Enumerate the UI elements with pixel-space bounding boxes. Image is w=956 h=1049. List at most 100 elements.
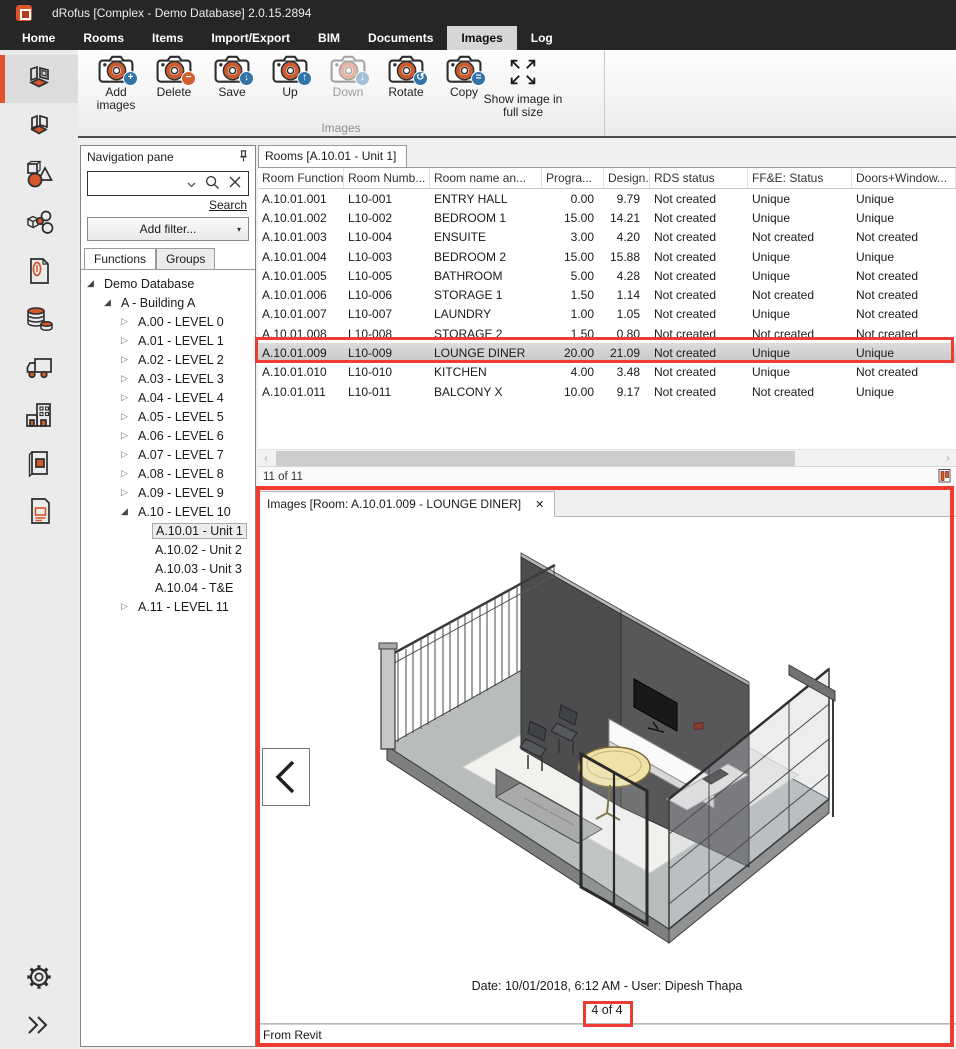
tree-item[interactable]: A.10.02 - Unit 2 [81,540,255,559]
tree-item[interactable]: ▷ A.03 - LEVEL 3 [81,369,255,388]
menu-tab[interactable]: Images [447,26,516,50]
menu-tab[interactable]: Log [517,26,567,50]
search-link[interactable]: Search [209,198,247,212]
horizontal-scrollbar[interactable]: ‹ › [258,449,956,466]
column-header[interactable]: Progra... [542,168,604,188]
cell-ffe-status: Not created [748,288,852,302]
tree-item[interactable]: ▷ A.04 - LEVEL 4 [81,388,255,407]
tree-item[interactable]: ◢ A.10 - LEVEL 10 [81,502,255,521]
column-header[interactable]: FF&E: Status [748,168,852,188]
tree-item[interactable]: ▷ A.05 - LEVEL 5 [81,407,255,426]
tree-item[interactable]: ▷ A.06 - LEVEL 6 [81,426,255,445]
tree-item[interactable]: ◢ A - Building A [81,293,255,312]
tree-item[interactable]: A.10.01 - Unit 1 [81,521,255,540]
ribbon-button[interactable]: ↓ Save [206,54,258,99]
tree-item[interactable]: ▷ A.02 - LEVEL 2 [81,350,255,369]
table-row[interactable]: A.10.01.009 L10-009 LOUNGE DINER 20.00 2… [258,343,956,362]
menu-tab[interactable]: Rooms [69,26,138,50]
tree-expander-icon[interactable]: ▷ [121,468,135,479]
table-row[interactable]: A.10.01.004 L10-003 BEDROOM 2 15.00 15.8… [258,247,956,266]
tree-expander-icon[interactable]: ▷ [121,430,135,441]
navigation-tab[interactable]: Groups [156,248,215,270]
product-types-icon[interactable] [0,151,78,199]
chevron-down-icon[interactable] [187,177,196,191]
tree-expander-icon[interactable]: ▷ [121,316,135,327]
navigation-tab[interactable]: Functions [84,248,156,270]
scroll-left-icon[interactable]: ‹ [258,453,274,464]
tree-item[interactable]: ▷ A.11 - LEVEL 11 [81,597,255,616]
ribbon-button[interactable]: ↑ Up [264,54,316,99]
tree-item[interactable]: ▷ A.08 - LEVEL 8 [81,464,255,483]
finance-icon[interactable] [0,295,78,343]
items-icon[interactable] [0,103,78,151]
table-row[interactable]: A.10.01.006 L10-006 STORAGE 1 1.50 1.14 … [258,285,956,304]
menu-tab[interactable]: Import/Export [197,26,304,50]
tree-expander-icon[interactable]: ◢ [104,297,118,308]
table-row[interactable]: A.10.01.007 L10-007 LAUNDRY 1.00 1.05 No… [258,305,956,324]
buildings-icon[interactable] [0,391,78,439]
column-header[interactable]: Room Numb... [344,168,430,188]
reports-icon[interactable] [0,487,78,535]
ribbon-button[interactable]: ↺ Rotate [380,54,432,99]
tree-expander-icon[interactable]: ▷ [121,601,135,612]
rooms-tab[interactable]: Rooms [A.10.01 - Unit 1] [258,145,407,167]
tree-expander-icon[interactable]: ▷ [121,411,135,422]
menu-tab[interactable]: Items [138,26,197,50]
close-icon[interactable]: ✕ [535,498,544,511]
badge-glyph: + [123,71,138,86]
tree-expander-icon[interactable]: ▷ [121,487,135,498]
scrollbar-track[interactable] [274,450,940,466]
tree-item[interactable]: A.10.03 - Unit 3 [81,559,255,578]
search-box[interactable] [87,171,249,196]
expand-chevrons-icon[interactable] [0,1001,78,1049]
table-row[interactable]: A.10.01.001 L10-001 ENTRY HALL 0.00 9.79… [258,189,956,208]
pin-icon[interactable] [238,149,249,165]
table-row[interactable]: A.10.01.003 L10-004 ENSUITE 3.00 4.20 No… [258,228,956,247]
catalog-icon[interactable] [0,439,78,487]
tree-expander-icon[interactable]: ▷ [121,392,135,403]
table-row[interactable]: A.10.01.011 L10-011 BALCONY X 10.00 9.17… [258,382,956,401]
tree-expander-icon[interactable]: ▷ [121,354,135,365]
table-row[interactable]: A.10.01.005 L10-005 BATHROOM 5.00 4.28 N… [258,266,956,285]
rooms-icon[interactable] [0,55,78,103]
table-row[interactable]: A.10.01.010 L10-010 KITCHEN 4.00 3.48 No… [258,363,956,382]
menu-tab[interactable]: Documents [354,26,447,50]
ribbon-button[interactable]: ↓ Down [322,54,374,99]
ribbon-button[interactable]: + Add images [90,54,142,112]
search-icon[interactable] [205,175,220,193]
tree-expander-icon[interactable]: ▷ [121,449,135,460]
tree-item[interactable]: ▷ A.07 - LEVEL 7 [81,445,255,464]
tree-expander-icon[interactable]: ▷ [121,373,135,384]
scroll-right-icon[interactable]: › [940,453,956,464]
column-chooser-icon[interactable] [938,468,951,486]
tree-expander-icon[interactable]: ◢ [87,278,101,289]
scrollbar-thumb[interactable] [276,451,795,466]
column-header[interactable]: RDS status [650,168,748,188]
tree-expander-icon[interactable]: ▷ [121,335,135,346]
column-header[interactable]: Design... [604,168,650,188]
tree-item[interactable]: ▷ A.01 - LEVEL 1 [81,331,255,350]
settings-gear-icon[interactable] [0,953,78,1001]
systems-icon[interactable] [0,199,78,247]
clear-search-icon[interactable] [229,176,241,191]
menu-tab[interactable]: Home [8,26,69,50]
show-full-size-button[interactable]: Show image in full size [476,56,570,119]
column-header[interactable]: Room name an... [430,168,542,188]
table-row[interactable]: A.10.01.002 L10-002 BEDROOM 1 15.00 14.2… [258,208,956,227]
search-input[interactable] [95,177,178,191]
attachments-icon[interactable] [0,247,78,295]
tree-item[interactable]: ▷ A.00 - LEVEL 0 [81,312,255,331]
tree-item[interactable]: ▷ A.09 - LEVEL 9 [81,483,255,502]
column-header[interactable]: Room Function #: [258,168,344,188]
previous-image-button[interactable] [262,748,310,806]
tree-item[interactable]: A.10.04 - T&E [81,578,255,597]
column-header[interactable]: Doors+Window... [852,168,956,188]
tree-item[interactable]: ◢ Demo Database [81,274,255,293]
tree-expander-icon[interactable]: ◢ [121,506,135,517]
add-filter-button[interactable]: Add filter... ▾ [87,217,249,241]
logistics-icon[interactable] [0,343,78,391]
ribbon-button[interactable]: − Delete [148,54,200,99]
table-row[interactable]: A.10.01.008 L10-008 STORAGE 2 1.50 0.80 … [258,324,956,343]
menu-tab[interactable]: BIM [304,26,354,50]
images-tab[interactable]: Images [Room: A.10.01.009 - LOUNGE DINER… [258,491,555,517]
